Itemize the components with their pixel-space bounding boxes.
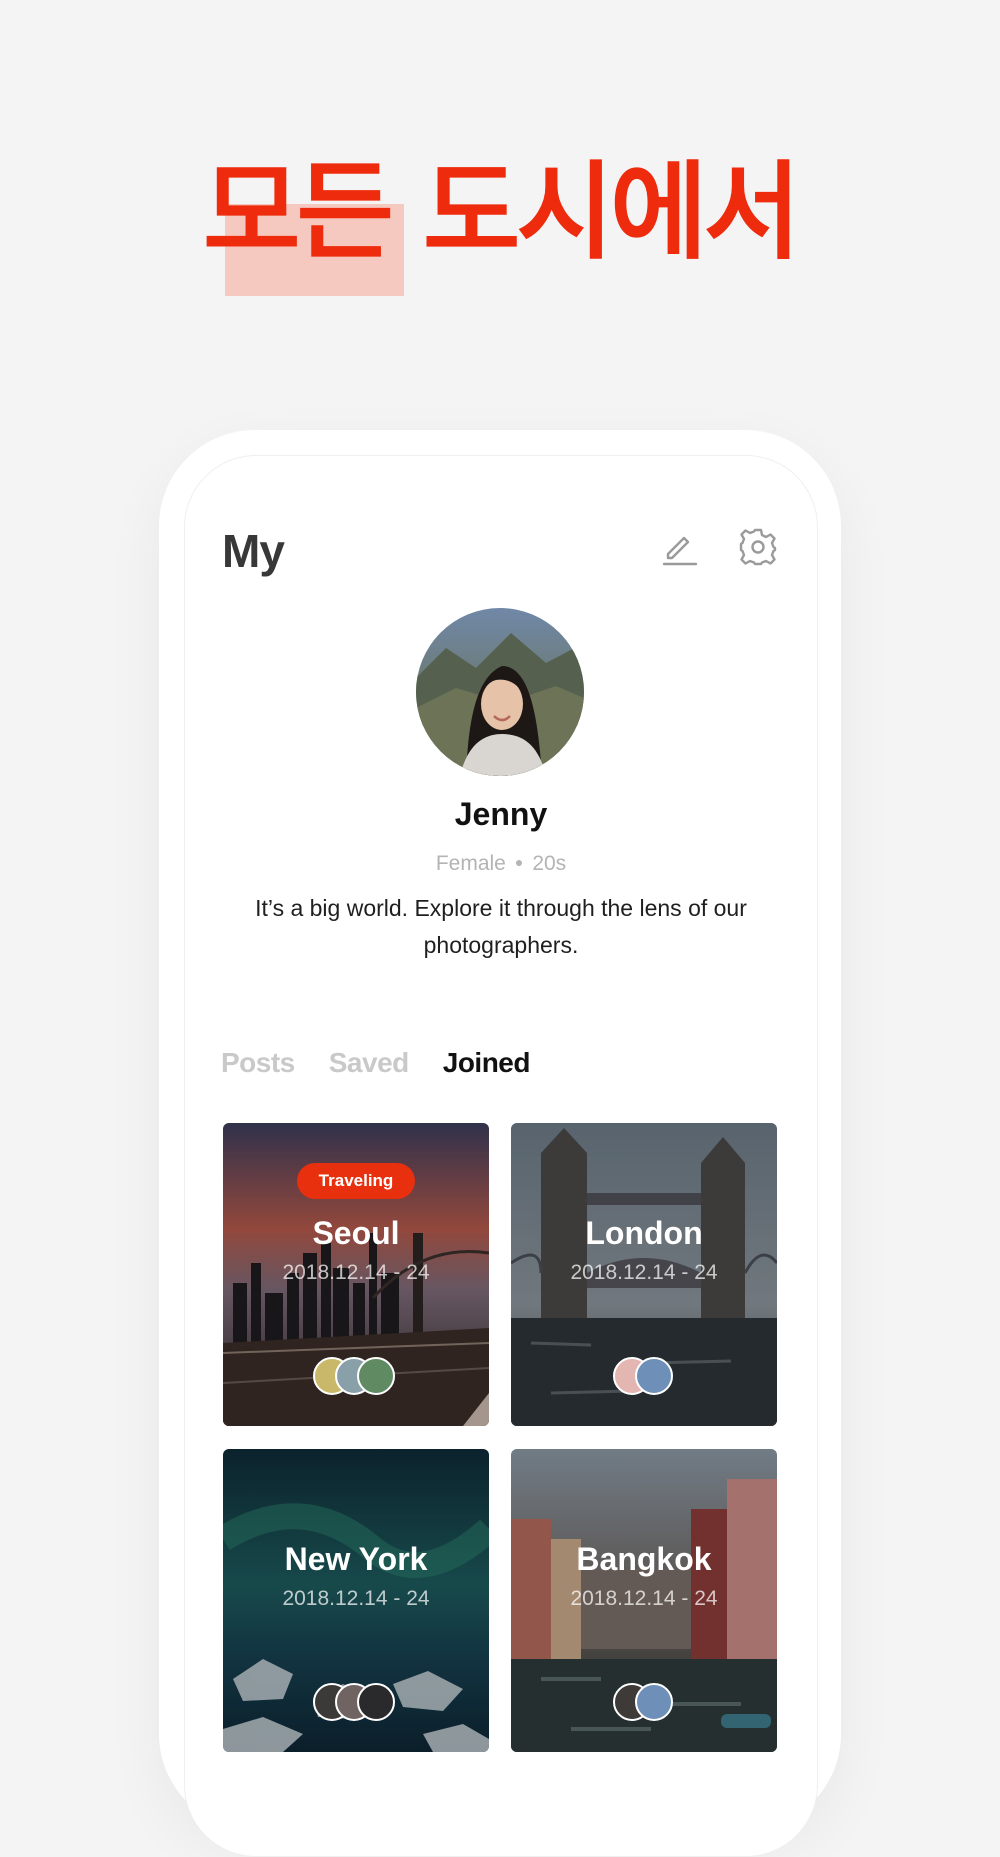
- trip-city: New York: [284, 1541, 428, 1577]
- pencil-icon: [662, 536, 698, 566]
- member-avatar: [357, 1357, 395, 1395]
- phone-screen: My Jenny Female ● 20s It’s a big world. …: [184, 455, 818, 1857]
- trip-city: Bangkok: [576, 1541, 712, 1577]
- settings-button[interactable]: [736, 525, 780, 569]
- page-title: My: [222, 525, 285, 577]
- status-badge: Traveling: [297, 1163, 415, 1199]
- tab-posts[interactable]: Posts: [221, 1047, 295, 1079]
- trip-card-bangkok[interactable]: Bangkok 2018.12.14 - 24: [511, 1449, 777, 1752]
- promo-headline: 모든 도시에서: [0, 151, 1000, 296]
- profile-tabs: Posts Saved Joined: [221, 1047, 564, 1079]
- trip-dates: 2018.12.14 - 24: [282, 1261, 430, 1284]
- headline-highlight: 모든: [202, 151, 405, 296]
- trip-city: London: [585, 1215, 703, 1251]
- profile-bio: It’s a big world. Explore it through the…: [255, 895, 747, 958]
- trip-dates: 2018.12.14 - 24: [570, 1587, 718, 1610]
- trip-dates: 2018.12.14 - 24: [570, 1261, 718, 1284]
- separator-dot: ●: [514, 854, 524, 870]
- trip-dates: 2018.12.14 - 24: [282, 1587, 430, 1610]
- gear-icon: [739, 528, 777, 566]
- edit-profile-button[interactable]: [657, 525, 701, 569]
- member-avatar: [357, 1683, 395, 1721]
- member-avatars: [613, 1683, 677, 1721]
- trip-card-london[interactable]: London 2018.12.14 - 24: [511, 1123, 777, 1426]
- member-avatar: [635, 1683, 673, 1721]
- trip-card-seoul[interactable]: Traveling Seoul 2018.12.14 - 24: [223, 1123, 489, 1426]
- profile-meta: Female ● 20s: [185, 852, 817, 876]
- member-avatars: [313, 1357, 399, 1395]
- tab-saved[interactable]: Saved: [329, 1047, 410, 1079]
- profile-age: 20s: [532, 852, 567, 875]
- trip-card-new-york[interactable]: New York 2018.12.14 - 24: [223, 1449, 489, 1752]
- headline-rest: 도시에서: [422, 151, 801, 274]
- tab-joined[interactable]: Joined: [443, 1047, 531, 1079]
- trip-city: Seoul: [312, 1215, 400, 1251]
- member-avatar: [635, 1357, 673, 1395]
- member-avatars: [613, 1357, 677, 1395]
- member-avatars: [313, 1683, 399, 1721]
- avatar[interactable]: [416, 608, 584, 776]
- profile-gender: Female: [435, 852, 506, 875]
- profile-name: Jenny: [454, 796, 548, 832]
